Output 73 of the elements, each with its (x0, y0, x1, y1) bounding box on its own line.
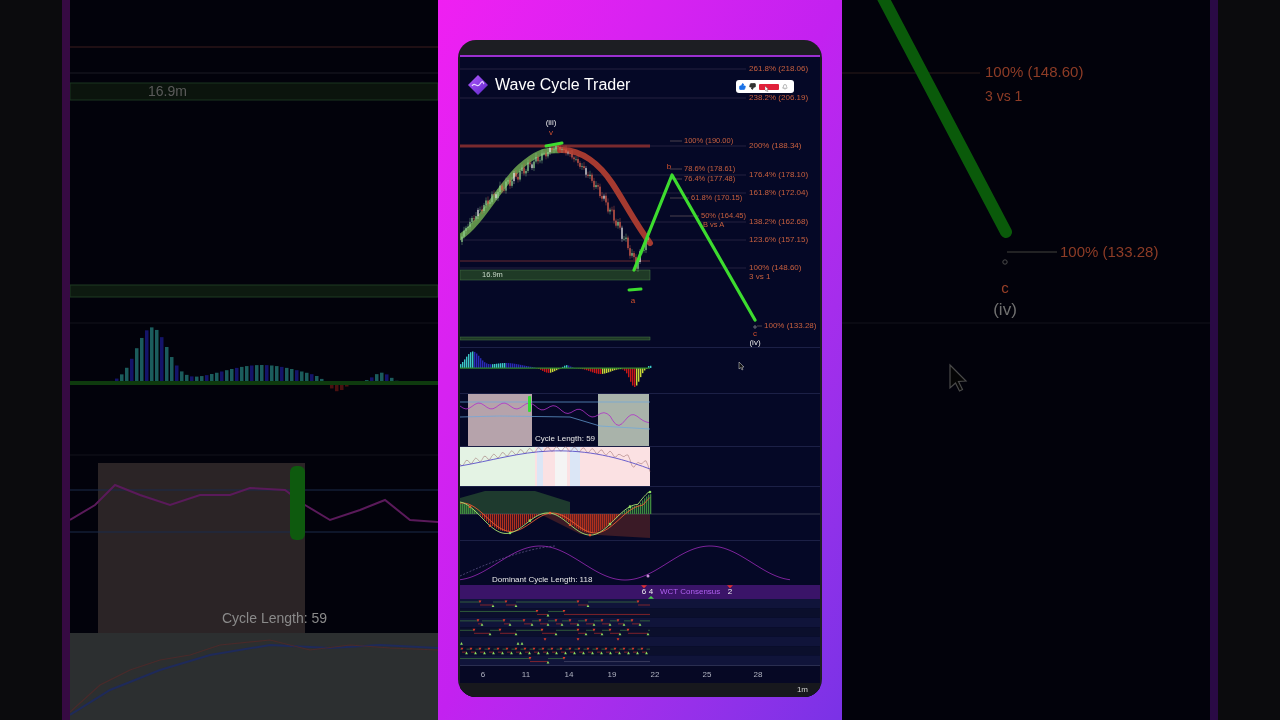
fib-level-label: 176.4% (178.10) (749, 170, 809, 180)
wave-label: v (549, 128, 553, 138)
consensus-count: 2 (727, 587, 733, 597)
time-axis-label: 19 (607, 670, 617, 680)
time-axis-label: 25 (702, 670, 712, 680)
cycle-point-icon (646, 574, 650, 578)
oscillator-dot-icon (648, 490, 652, 494)
fib-level-label: 100% (148.60) (749, 263, 802, 273)
wave-label: (iv) (749, 338, 761, 347)
cursor-icon (949, 363, 968, 392)
target-label: 100% (133.28) (764, 321, 817, 331)
wave-label: c (1001, 278, 1009, 296)
wave-marker (627, 287, 643, 292)
fib-level-label: 261.8% (218.06) (749, 64, 809, 74)
target-label: 100% (133.28) (1060, 242, 1159, 260)
time-axis-label: 6 (480, 670, 486, 680)
leader-line (669, 178, 683, 180)
time-axis-label: 14 (564, 670, 574, 680)
ring-icon (1002, 259, 1008, 265)
consensus-count: 6 (641, 587, 647, 597)
wave-label: (iv) (993, 300, 1017, 320)
time-axis-label: 22 (650, 670, 660, 680)
signal-bar (528, 396, 531, 412)
fib-note: 3 vs 1 (749, 272, 771, 282)
oscillator-dot-icon (548, 511, 552, 515)
logo-icon (468, 75, 488, 95)
trend-stripe (570, 447, 580, 486)
bearish-marker-icon (727, 585, 733, 589)
time-axis-label: 28 (753, 670, 763, 680)
leader-line (669, 215, 700, 217)
leader-line (1006, 251, 1058, 253)
oscillator-dot-icon (528, 519, 532, 522)
wave-label: a (630, 296, 636, 306)
oscillator-dot-icon (588, 533, 592, 537)
bearish-marker-icon (641, 585, 647, 589)
fib-note: 3 vs 1 (985, 87, 1023, 104)
cycle-length-label: Cycle Length: 59 (535, 434, 596, 444)
oscillator-dot-icon (608, 522, 612, 526)
action-button[interactable] (759, 83, 779, 90)
fib-level-label: 161.8% (172.04) (749, 188, 809, 198)
cursor-icon (738, 361, 745, 371)
trend-stripe (555, 447, 567, 486)
cycle-length-label: Cycle Length: 59 (222, 609, 328, 626)
zone-label: 16.9m (148, 82, 187, 99)
oscillator-dot-icon (508, 531, 512, 535)
app-title: Wave Cycle Trader (495, 77, 631, 93)
ring-icon (753, 325, 757, 329)
wave-marker (544, 141, 564, 148)
leader-line (669, 168, 683, 170)
cycle-block (598, 394, 649, 446)
consensus-count: 4 (648, 587, 654, 597)
thumbs-down-icon[interactable] (749, 83, 756, 90)
leader-line (669, 140, 683, 142)
wave-label: c (753, 329, 757, 339)
dominant-cycle-label: Dominant Cycle Length: 118 (492, 575, 593, 585)
oscillator-dot-icon (628, 505, 632, 508)
trend-stripe (537, 447, 543, 486)
fib-level-label: 238.2% (206.19) (749, 93, 809, 103)
oscillator-dot-icon (568, 523, 572, 526)
wave-label: b (666, 162, 672, 172)
wave-label: (iii) (545, 118, 557, 128)
fib-level-label: 100% (148.60) (985, 62, 1084, 80)
interval-label[interactable]: 1m (796, 686, 808, 694)
oscillator-dot-icon (488, 524, 492, 528)
consensus-label: WCT Consensus (660, 587, 721, 597)
leader-line (756, 325, 763, 327)
thumbs-up-icon[interactable] (739, 83, 746, 90)
fib-level-label: 123.6% (157.15) (749, 235, 809, 245)
fib-level-label: 138.2% (162.68) (749, 217, 809, 227)
leader-line (669, 197, 690, 199)
time-axis-label: 11 (521, 670, 531, 680)
oscillator-dot-icon (468, 505, 472, 509)
fib-level-label: 200% (188.34) (749, 141, 802, 151)
